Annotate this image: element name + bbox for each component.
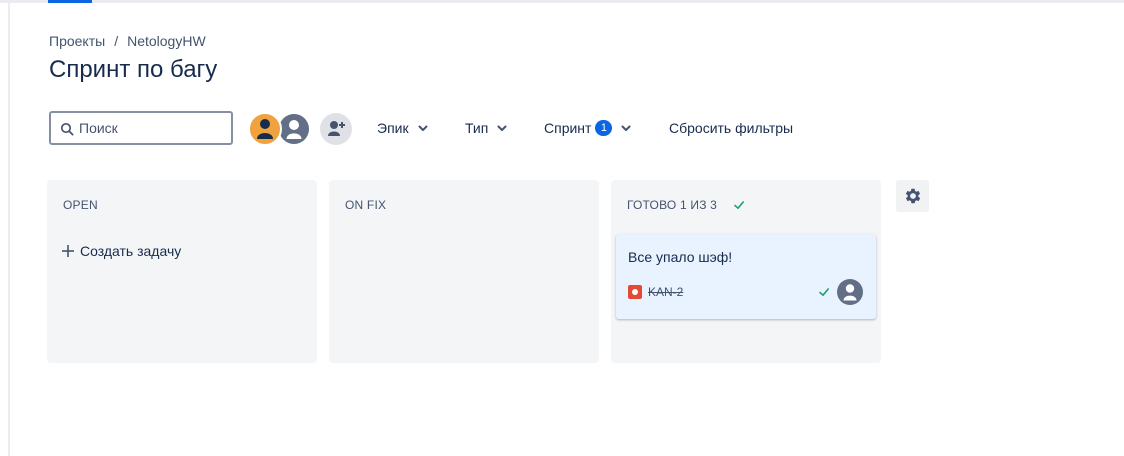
chevron-down-icon <box>497 125 507 131</box>
column-done: ГОТОВО 1 ИЗ 3 Все упало шэф! KAN-2 <box>611 180 881 363</box>
top-border <box>0 0 1124 3</box>
reset-filters-label: Сбросить фильтры <box>669 120 794 136</box>
column-open: OPEN Создать задачу <box>47 180 317 363</box>
search-input[interactable] <box>79 113 229 143</box>
column-on-fix: ON FIX <box>329 180 599 363</box>
epic-filter-label: Эпик <box>377 120 409 136</box>
reset-filters-button[interactable]: Сбросить фильтры <box>669 111 793 145</box>
avatar-user-1[interactable] <box>248 112 282 146</box>
assignee-avatar[interactable] <box>837 279 863 305</box>
breadcrumb: Проекты / NetologyHW <box>49 32 206 50</box>
breadcrumb-projects-link[interactable]: Проекты <box>49 33 105 49</box>
column-title-text: ГОТОВО 1 ИЗ 3 <box>627 198 718 212</box>
avatar-user-2[interactable] <box>277 112 311 146</box>
issue-key-text[interactable]: KAN-2 <box>648 285 683 299</box>
active-nav-indicator <box>48 0 92 3</box>
sprint-count-badge: 1 <box>595 120 613 136</box>
search-icon <box>60 122 74 136</box>
column-title: ГОТОВО 1 ИЗ 3 <box>627 198 745 212</box>
column-title: ON FIX <box>345 198 386 212</box>
avatar-icon <box>257 119 273 139</box>
type-filter-label: Тип <box>465 120 489 136</box>
add-person-icon <box>328 121 345 136</box>
issue-card-title: Все упало шэф! <box>628 249 733 265</box>
check-icon <box>734 201 745 209</box>
create-task-label: Создать задачу <box>80 243 182 259</box>
issue-card[interactable]: Все упало шэф! KAN-2 <box>616 234 876 319</box>
page-title: Спринт по багу <box>49 56 218 83</box>
sprint-filter-dropdown[interactable]: Спринт 1 <box>544 111 632 145</box>
bug-icon <box>628 285 642 299</box>
epic-filter-dropdown[interactable]: Эпик <box>377 111 429 145</box>
plus-icon <box>62 245 74 257</box>
board-settings-button[interactable] <box>896 180 929 212</box>
breadcrumb-project-link[interactable]: NetologyHW <box>127 33 206 49</box>
search-field[interactable] <box>49 111 233 145</box>
check-icon <box>819 288 829 296</box>
issue-key: KAN-2 <box>628 285 683 299</box>
column-title-text: OPEN <box>63 198 98 212</box>
sidebar-divider <box>8 3 10 456</box>
chevron-down-icon <box>621 125 631 131</box>
board-toolbar: Эпик Тип Спринт 1 Сбросить фильтры <box>49 111 809 146</box>
column-title-text: ON FIX <box>345 198 387 212</box>
column-title: OPEN <box>63 198 98 212</box>
avatar-icon <box>279 114 309 144</box>
add-people-button[interactable] <box>320 113 352 145</box>
sprint-filter-label: Спринт <box>544 120 592 136</box>
gear-icon <box>905 188 921 204</box>
chevron-down-icon <box>418 125 428 131</box>
create-task-button[interactable]: Создать задачу <box>61 243 181 259</box>
type-filter-dropdown[interactable]: Тип <box>465 111 508 145</box>
breadcrumb-separator: / <box>114 33 119 49</box>
